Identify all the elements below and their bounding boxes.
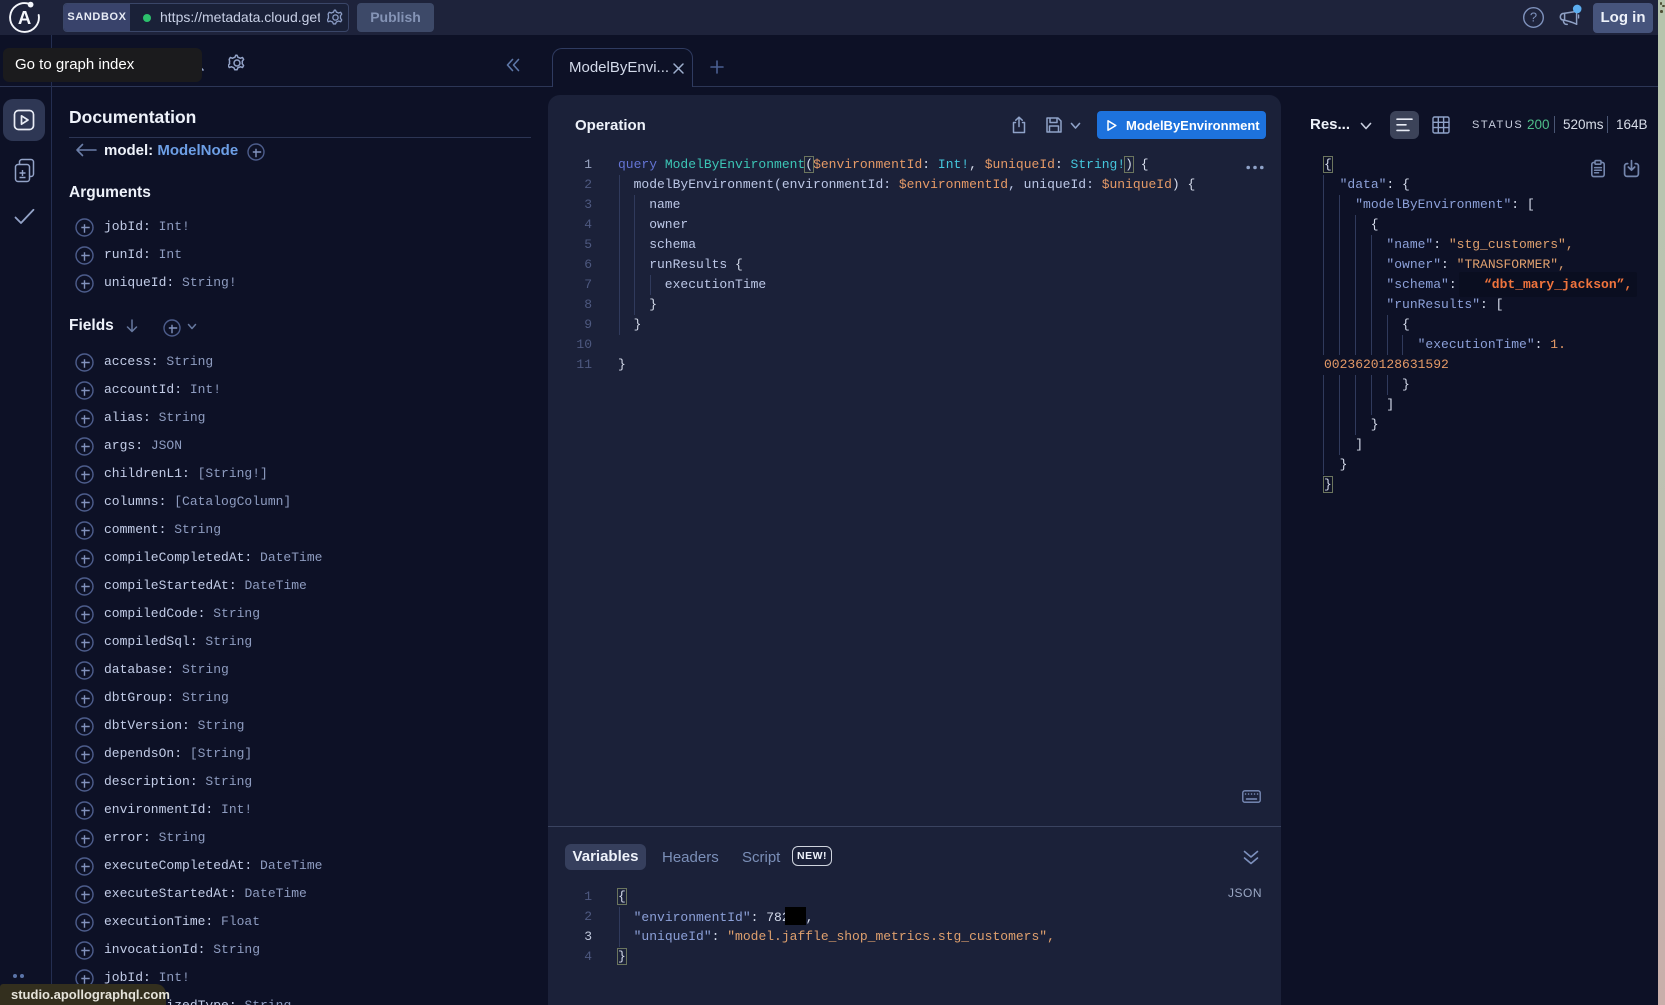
svg-text:A: A [18, 7, 31, 28]
svg-text:?: ? [1530, 10, 1537, 25]
